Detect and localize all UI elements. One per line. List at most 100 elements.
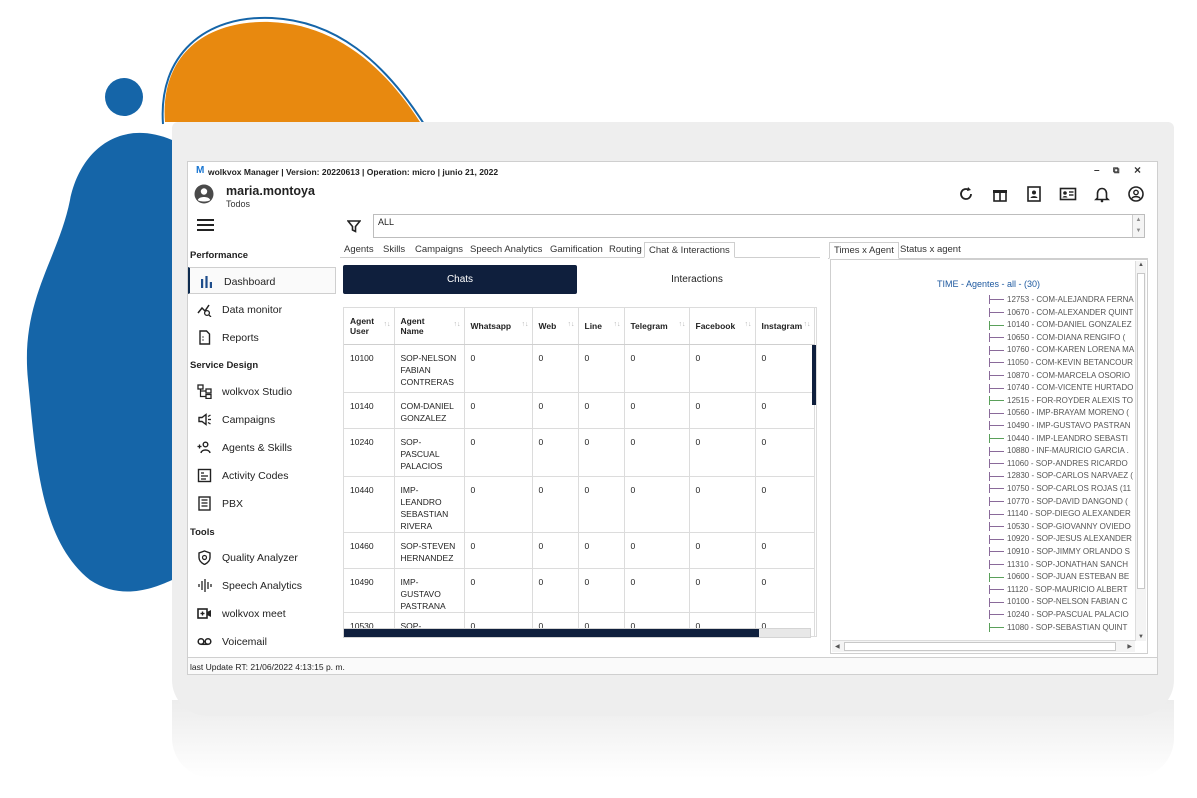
tree-node[interactable]: 10740 - COM-VICENTE HURTADO [989, 383, 1133, 395]
column-header[interactable]: Line ↑↓ [578, 308, 625, 345]
tree-node[interactable]: 10880 - INF-MAURICIO GARCIA . [989, 446, 1129, 458]
tree-vertical-scrollbar[interactable]: ▲ ▼ [1135, 261, 1146, 641]
account-icon[interactable] [1127, 185, 1145, 203]
column-header[interactable]: Web ↑↓ [532, 308, 579, 345]
tree-node[interactable]: 11060 - SOP-ANDRES RICARDO [989, 459, 1128, 471]
sidebar-item-quality-analyzer[interactable]: Quality Analyzer [188, 544, 336, 571]
hamburger-menu-icon[interactable] [197, 219, 214, 231]
tab-times-x-agent[interactable]: Times x Agent [829, 242, 899, 259]
column-header[interactable]: Agent User ↑↓ [344, 308, 395, 345]
sort-icon[interactable]: ↑↓ [384, 321, 391, 328]
column-header[interactable]: Whatsapp ↑↓ [464, 308, 533, 345]
sort-icon[interactable]: ↑↓ [568, 321, 575, 328]
sort-icon[interactable]: ↑↓ [679, 321, 686, 328]
column-header[interactable]: Agent Name ↑↓ [394, 308, 465, 345]
tree-node[interactable]: 11080 - SOP-SEBASTIAN QUINT [989, 623, 1127, 635]
tab-routing[interactable]: Routing [609, 244, 642, 255]
restore-button[interactable]: ⧉ [1113, 165, 1119, 176]
column-header[interactable]: Facebook ↑↓ [689, 308, 756, 345]
interactions-segment-button[interactable]: Interactions [580, 265, 814, 294]
tree-scroll-thumb[interactable] [1137, 273, 1145, 589]
sort-icon[interactable]: ↑↓ [522, 321, 529, 328]
sort-icon[interactable]: ↑↓ [804, 321, 811, 328]
table-horizontal-scrollbar[interactable] [343, 628, 811, 638]
tree-node[interactable]: 10100 - SOP-NELSON FABIAN C [989, 597, 1128, 609]
sidebar-item-pbx[interactable]: PBX [188, 490, 336, 517]
table-row[interactable]: 10490 IMP-GUSTAVO PASTRANA 0 0 0 0 0 0 [344, 568, 815, 613]
tree-node[interactable]: 12830 - SOP-CARLOS NARVAEZ ( [989, 471, 1133, 483]
tree-hscroll-thumb[interactable] [844, 642, 1116, 651]
tree-node[interactable]: 10750 - SOP-CARLOS ROJAS (11 [989, 484, 1131, 496]
tree-node-label: 10920 - SOP-JESUS ALEXANDER [1007, 534, 1132, 544]
tree-horizontal-scrollbar[interactable]: ◀ ▶ [832, 640, 1135, 652]
tree-node-label: 10650 - COM-DIANA RENGIFO ( [1007, 332, 1126, 342]
table-row[interactable]: 10100 SOP-NELSON FABIAN CONTRERAS 0 0 0 0 0 0 [344, 344, 815, 393]
filter-input[interactable]: ALL ▲ ▼ [373, 214, 1145, 238]
tree-node[interactable]: 10670 - COM-ALEXANDER QUINT [989, 308, 1133, 320]
tree-node[interactable]: 10440 - IMP-LEANDRO SEBASTI [989, 434, 1128, 446]
tab-chat-interactions[interactable]: Chat & Interactions [644, 242, 735, 258]
sidebar-item-dashboard[interactable]: Dashboard [188, 267, 336, 294]
tree-connector [989, 345, 1004, 355]
sidebar-item-speech-analytics[interactable]: Speech Analytics [188, 572, 336, 599]
tree-node[interactable]: 10600 - SOP-JUAN ESTEBAN BE [989, 572, 1129, 584]
sidebar-item-label: Activity Codes [222, 470, 289, 482]
chats-segment-button[interactable]: Chats [343, 265, 577, 294]
id-card-icon[interactable] [1059, 185, 1077, 203]
sidebar-item-wolkvox-studio[interactable]: wolkvox Studio [188, 378, 336, 405]
tree-node[interactable]: 12515 - FOR-ROYDER ALEXIS TO [989, 396, 1133, 408]
sidebar-item-activity-codes[interactable]: Activity Codes [188, 462, 336, 489]
tree-node[interactable]: 10770 - SOP-DAVID DANGOND ( [989, 497, 1128, 509]
tree-node[interactable]: 10910 - SOP-JIMMY ORLANDO S [989, 547, 1130, 559]
tree-node[interactable]: 11120 - SOP-MAURICIO ALBERT [989, 585, 1127, 597]
refresh-icon[interactable] [957, 185, 975, 203]
sort-icon[interactable]: ↑↓ [454, 321, 461, 328]
tree-node[interactable]: 10920 - SOP-JESUS ALEXANDER [989, 534, 1132, 546]
sort-icon[interactable]: ↑↓ [614, 321, 621, 328]
tree-node[interactable]: 10650 - COM-DIANA RENGIFO ( [989, 333, 1125, 345]
sidebar-item-agents-skills[interactable]: Agents & Skills [188, 434, 336, 461]
tree-node[interactable]: 10140 - COM-DANIEL GONZALEZ [989, 320, 1132, 332]
tree-node[interactable]: 10560 - IMP-BRAYAM MORENO ( [989, 408, 1129, 420]
sort-icon[interactable]: ↑↓ [745, 321, 752, 328]
tree-root[interactable]: TIME - Agentes - all - (30) [937, 279, 1040, 289]
tree-node[interactable]: 10490 - IMP-GUSTAVO PASTRAN [989, 421, 1131, 433]
sidebar-item-wolkvox-meet[interactable]: wolkvox meet [188, 600, 336, 627]
close-button[interactable]: × [1134, 163, 1141, 177]
sidebar-item-campaigns[interactable]: Campaigns [188, 406, 336, 433]
column-header[interactable]: Instagram ↑↓ [755, 308, 815, 345]
sidebar-item-reports[interactable]: Reports [188, 324, 336, 351]
horizontal-scroll-thumb[interactable] [344, 629, 759, 637]
sidebar-item-voicemail[interactable]: Voicemail [188, 628, 336, 655]
tab-skills[interactable]: Skills [383, 244, 405, 255]
count-cell: 0 [532, 392, 579, 429]
contact-book-icon[interactable] [1025, 185, 1043, 203]
tree-node[interactable]: 11140 - SOP-DIEGO ALEXANDER [989, 509, 1131, 521]
bell-icon[interactable] [1093, 185, 1111, 203]
gift-icon[interactable] [991, 185, 1009, 203]
sidebar-item-data-monitor[interactable]: Data monitor [188, 296, 336, 323]
column-header[interactable]: Telegram ↑↓ [624, 308, 690, 345]
tree-node[interactable]: 11310 - SOP-JONATHAN SANCH [989, 560, 1128, 572]
table-row[interactable]: 10440 IMP-LEANDRO SEBASTIAN RIVERA 0 0 0 0 0 0 [344, 476, 815, 533]
tree-node[interactable]: 12753 - COM-ALEJANDRA FERNA [989, 295, 1134, 307]
tab-campaigns[interactable]: Campaigns [415, 244, 463, 255]
tree-node[interactable]: 10240 - SOP-PASCUAL PALACIO [989, 610, 1129, 622]
tab-gamification[interactable]: Gamification [550, 244, 603, 255]
tree-node[interactable]: 10760 - COM-KAREN LORENA MA [989, 345, 1134, 357]
tree-node[interactable]: 10870 - COM-MARCELA OSORIO [989, 371, 1130, 383]
table-row[interactable]: 10140 COM-DANIEL GONZALEZ 0 0 0 0 0 0 [344, 392, 815, 429]
filter-icon[interactable] [347, 219, 361, 233]
table-row[interactable]: 10240 SOP- PASCUAL PALACIOS 0 0 0 0 0 0 [344, 428, 815, 477]
table-vertical-scrollbar[interactable] [812, 345, 816, 405]
column-header-label: Agent [350, 315, 375, 326]
tree-node[interactable]: 11050 - COM-KEVIN BETANCOUR [989, 358, 1133, 370]
tree-node[interactable]: 10530 - SOP-GIOVANNY OVIEDO [989, 522, 1131, 534]
table-row[interactable]: 10460 SOP-STEVEN HERNANDEZ 0 0 0 0 0 0 [344, 532, 815, 569]
minimize-button[interactable]: – [1094, 165, 1100, 176]
user-info[interactable]: maria.montoya Todos [194, 183, 354, 213]
tab-agents[interactable]: Agents [344, 244, 374, 255]
filter-scrollbar[interactable]: ▲ ▼ [1132, 215, 1144, 237]
tab-speech-analytics[interactable]: Speech Analytics [470, 244, 542, 255]
tab-status-x-agent[interactable]: Status x agent [900, 244, 961, 255]
